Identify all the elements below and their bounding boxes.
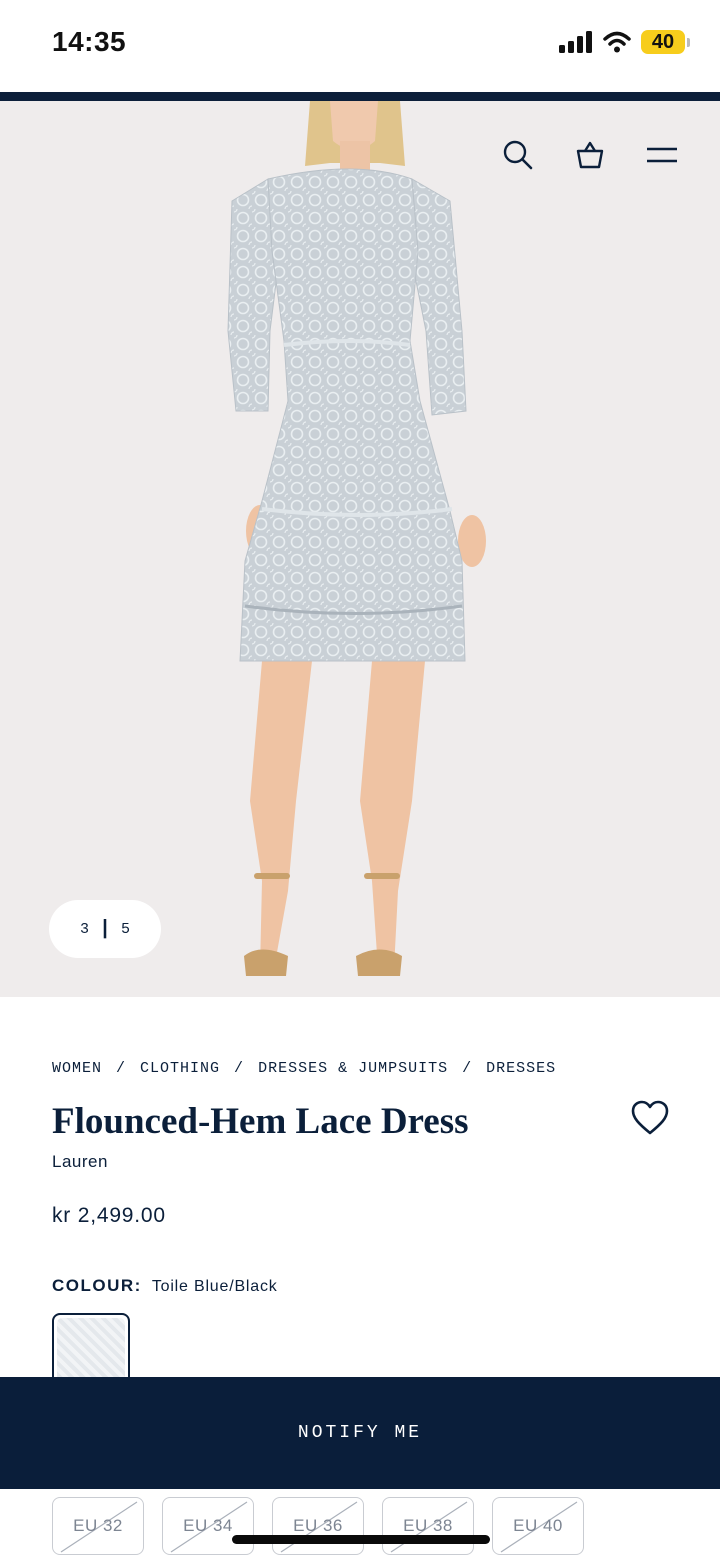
dress-photo (227, 101, 486, 976)
pager-total: 5 (121, 920, 131, 938)
heart-icon (631, 1100, 669, 1135)
breadcrumb-separator: / (234, 1060, 245, 1077)
search-button[interactable] (500, 137, 536, 173)
breadcrumb-separator: / (462, 1060, 473, 1077)
bag-icon (576, 141, 604, 169)
status-bar: 14:35 40 (0, 0, 720, 92)
colour-label: COLOUR: (52, 1276, 142, 1295)
header-actions (500, 137, 680, 173)
size-option[interactable]: EU 34 (162, 1497, 254, 1555)
signal-icon (559, 31, 592, 53)
size-label: EU 38 (403, 1516, 453, 1535)
breadcrumb-clothing[interactable]: CLOTHING (140, 1060, 220, 1077)
home-indicator (232, 1535, 490, 1544)
size-label: EU 32 (73, 1516, 123, 1535)
image-pager: 3 | 5 (49, 900, 161, 958)
size-option[interactable]: EU 32 (52, 1497, 144, 1555)
size-option[interactable]: EU 40 (492, 1497, 584, 1555)
breadcrumb-dresses-jumpsuits[interactable]: DRESSES & JUMPSUITS (258, 1060, 448, 1077)
battery-level: 40 (641, 30, 685, 54)
size-option[interactable]: EU 36 (272, 1497, 364, 1555)
size-option[interactable]: EU 38 (382, 1497, 474, 1555)
header-strip (0, 92, 720, 101)
colour-row: COLOUR: Toile Blue/Black (52, 1276, 278, 1296)
cart-button[interactable] (572, 137, 608, 173)
breadcrumb-dresses[interactable]: DRESSES (486, 1060, 556, 1077)
battery-indicator: 40 (641, 30, 690, 54)
notify-me-label: NOTIFY ME (297, 1423, 423, 1443)
wishlist-button[interactable] (631, 1100, 669, 1136)
product-image[interactable]: 3 | 5 (0, 101, 720, 997)
status-time: 14:35 (52, 26, 127, 57)
breadcrumb-women[interactable]: WOMEN (52, 1060, 102, 1077)
menu-button[interactable] (644, 137, 680, 173)
status-icons: 40 (559, 30, 690, 54)
wifi-icon (603, 31, 631, 53)
colour-value: Toile Blue/Black (151, 1278, 278, 1295)
size-label: EU 40 (513, 1516, 563, 1535)
product-title: Flounced-Hem Lace Dress (52, 1101, 469, 1142)
breadcrumb: WOMEN / CLOTHING / DRESSES & JUMPSUITS /… (52, 1060, 556, 1077)
search-icon (503, 140, 533, 170)
product-price: kr 2,499.00 (52, 1204, 166, 1227)
breadcrumb-separator: / (116, 1060, 127, 1077)
product-brand[interactable]: Lauren (52, 1152, 108, 1172)
size-label: EU 36 (293, 1516, 343, 1535)
size-label: EU 34 (183, 1516, 233, 1535)
pager-separator: | (98, 917, 111, 941)
pager-current: 3 (79, 920, 89, 938)
menu-icon (647, 147, 677, 163)
size-selector: EU 32 EU 34 EU 36 EU 38 EU 40 (52, 1497, 584, 1555)
notify-me-button[interactable]: NOTIFY ME (0, 1377, 720, 1489)
